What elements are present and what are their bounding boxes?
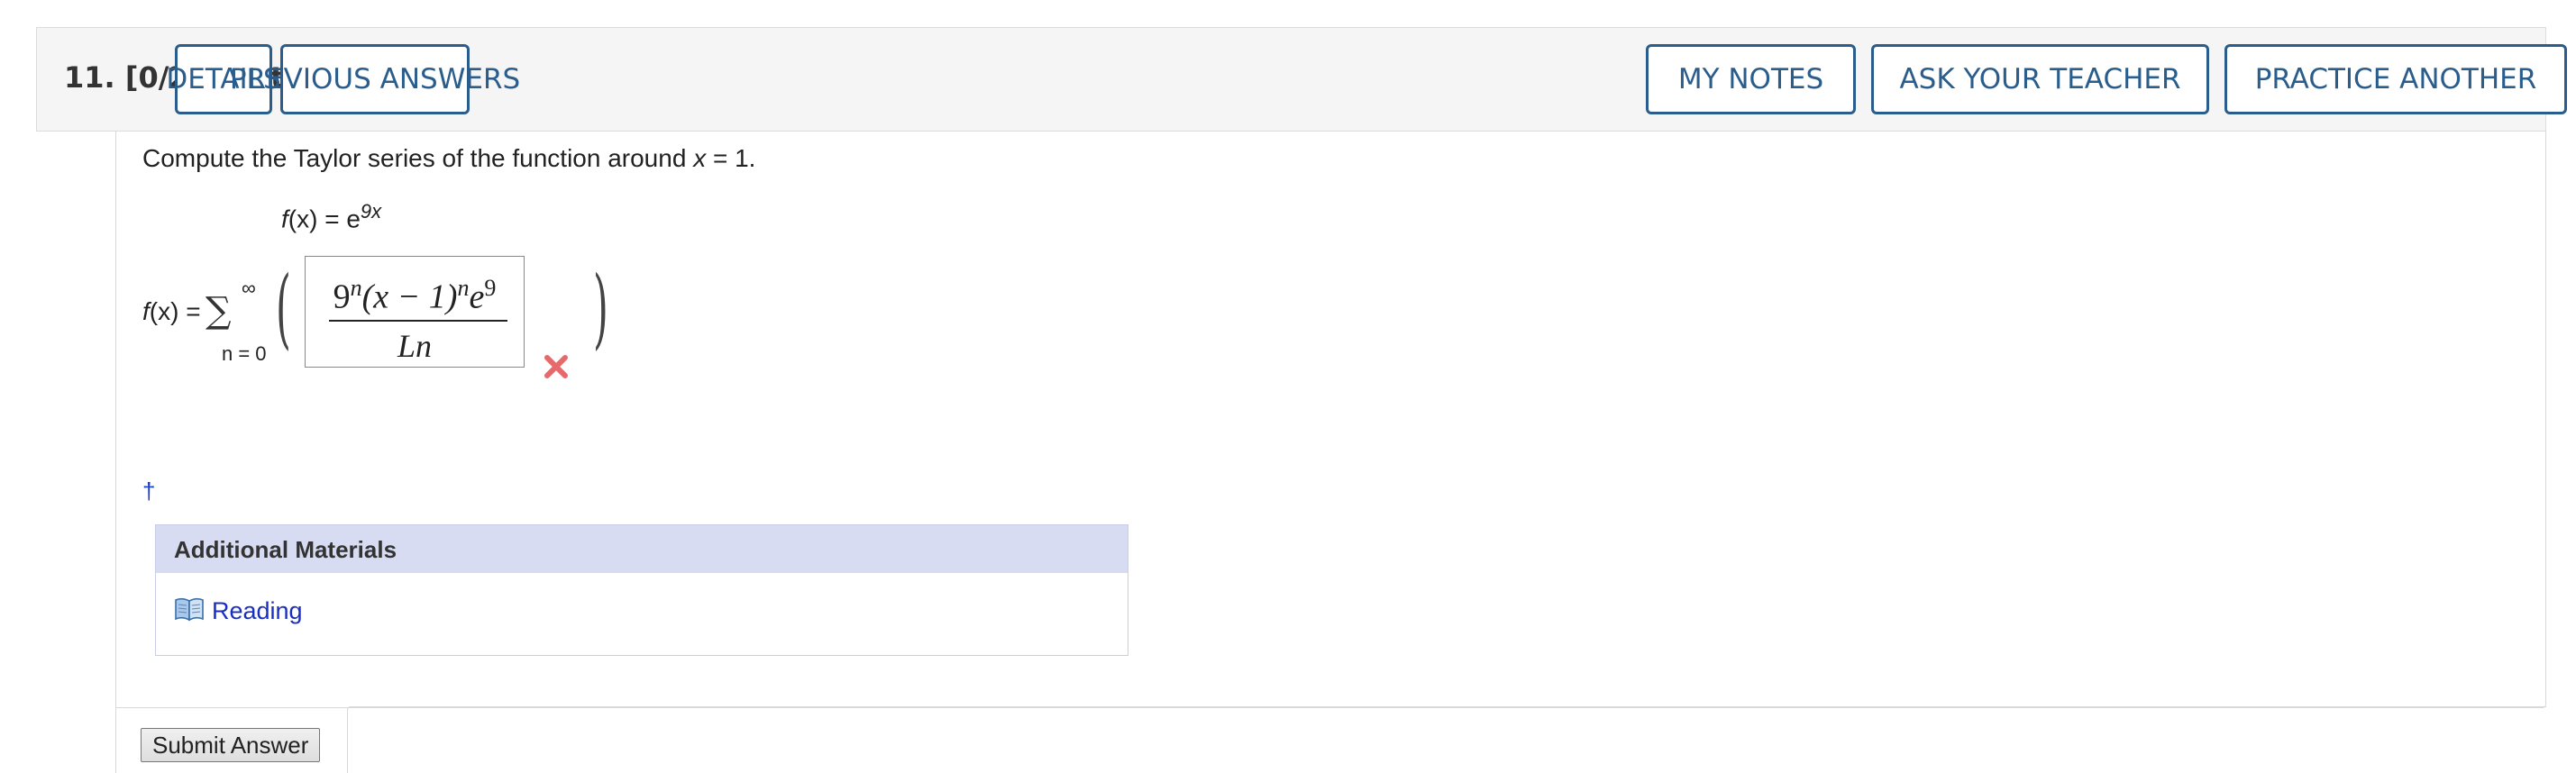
my-notes-button[interactable]: MY NOTES — [1646, 44, 1856, 114]
summation-symbol: ∑ — [206, 290, 232, 332]
series-function-rest: (x) = — [149, 297, 201, 325]
summation-lower-limit: n = 0 — [222, 342, 267, 365]
footnote-dagger[interactable]: † — [142, 477, 155, 505]
answer-input[interactable]: 9n(x − 1)ne9 Ln — [305, 256, 525, 368]
reading-link[interactable]: Reading — [212, 597, 303, 625]
fraction-bar — [329, 320, 507, 322]
numerator-exp-3: 9 — [484, 275, 497, 301]
function-argument: (x) — [288, 205, 318, 233]
next-question-frame — [347, 706, 2546, 773]
function-definition: f(x) = e9x — [281, 200, 381, 233]
submit-answer-button[interactable]: Submit Answer — [141, 728, 321, 762]
book-icon[interactable] — [174, 596, 205, 622]
prompt-text-after: = 1. — [706, 144, 756, 172]
question-header: 11. [0/2 Points] DETAILS PREVIOUS ANSWER… — [36, 27, 2567, 132]
additional-materials-panel: Additional Materials Reading — [155, 524, 1128, 656]
function-equals: = e — [317, 205, 361, 233]
incorrect-x-icon — [544, 355, 568, 378]
series-lhs: f(x) = — [142, 297, 201, 326]
numerator-middle: (x − 1) — [361, 277, 458, 316]
body-left-rule — [115, 706, 116, 773]
additional-materials-title: Additional Materials — [174, 536, 397, 563]
question-index: 11. — [64, 60, 115, 95]
answer-numerator: 9n(x − 1)ne9 — [306, 275, 524, 317]
question-prompt: Compute the Taylor series of the functio… — [142, 144, 755, 173]
additional-materials-header: Additional Materials — [156, 525, 1128, 573]
prompt-variable: x — [693, 144, 707, 172]
answer-denominator: Ln — [397, 328, 433, 364]
numerator-e: e — [469, 277, 485, 316]
right-parenthesis: ) — [593, 258, 608, 359]
summation-upper-limit: ∞ — [242, 277, 256, 299]
practice-another-button[interactable]: PRACTICE ANOTHER — [2224, 44, 2567, 114]
series-function-name: f — [142, 297, 150, 325]
numerator-exp-1: n — [350, 275, 362, 301]
ask-your-teacher-button[interactable]: ASK YOUR TEACHER — [1871, 44, 2209, 114]
prompt-text-before: Compute the Taylor series of the functio… — [142, 144, 694, 172]
numerator-base: 9 — [333, 277, 351, 316]
numerator-exp-2: n — [457, 275, 470, 301]
previous-answers-button[interactable]: PREVIOUS ANSWERS — [230, 44, 520, 114]
function-name: f — [281, 205, 288, 233]
left-parenthesis: ( — [276, 258, 291, 359]
function-exponent: 9x — [360, 200, 382, 223]
